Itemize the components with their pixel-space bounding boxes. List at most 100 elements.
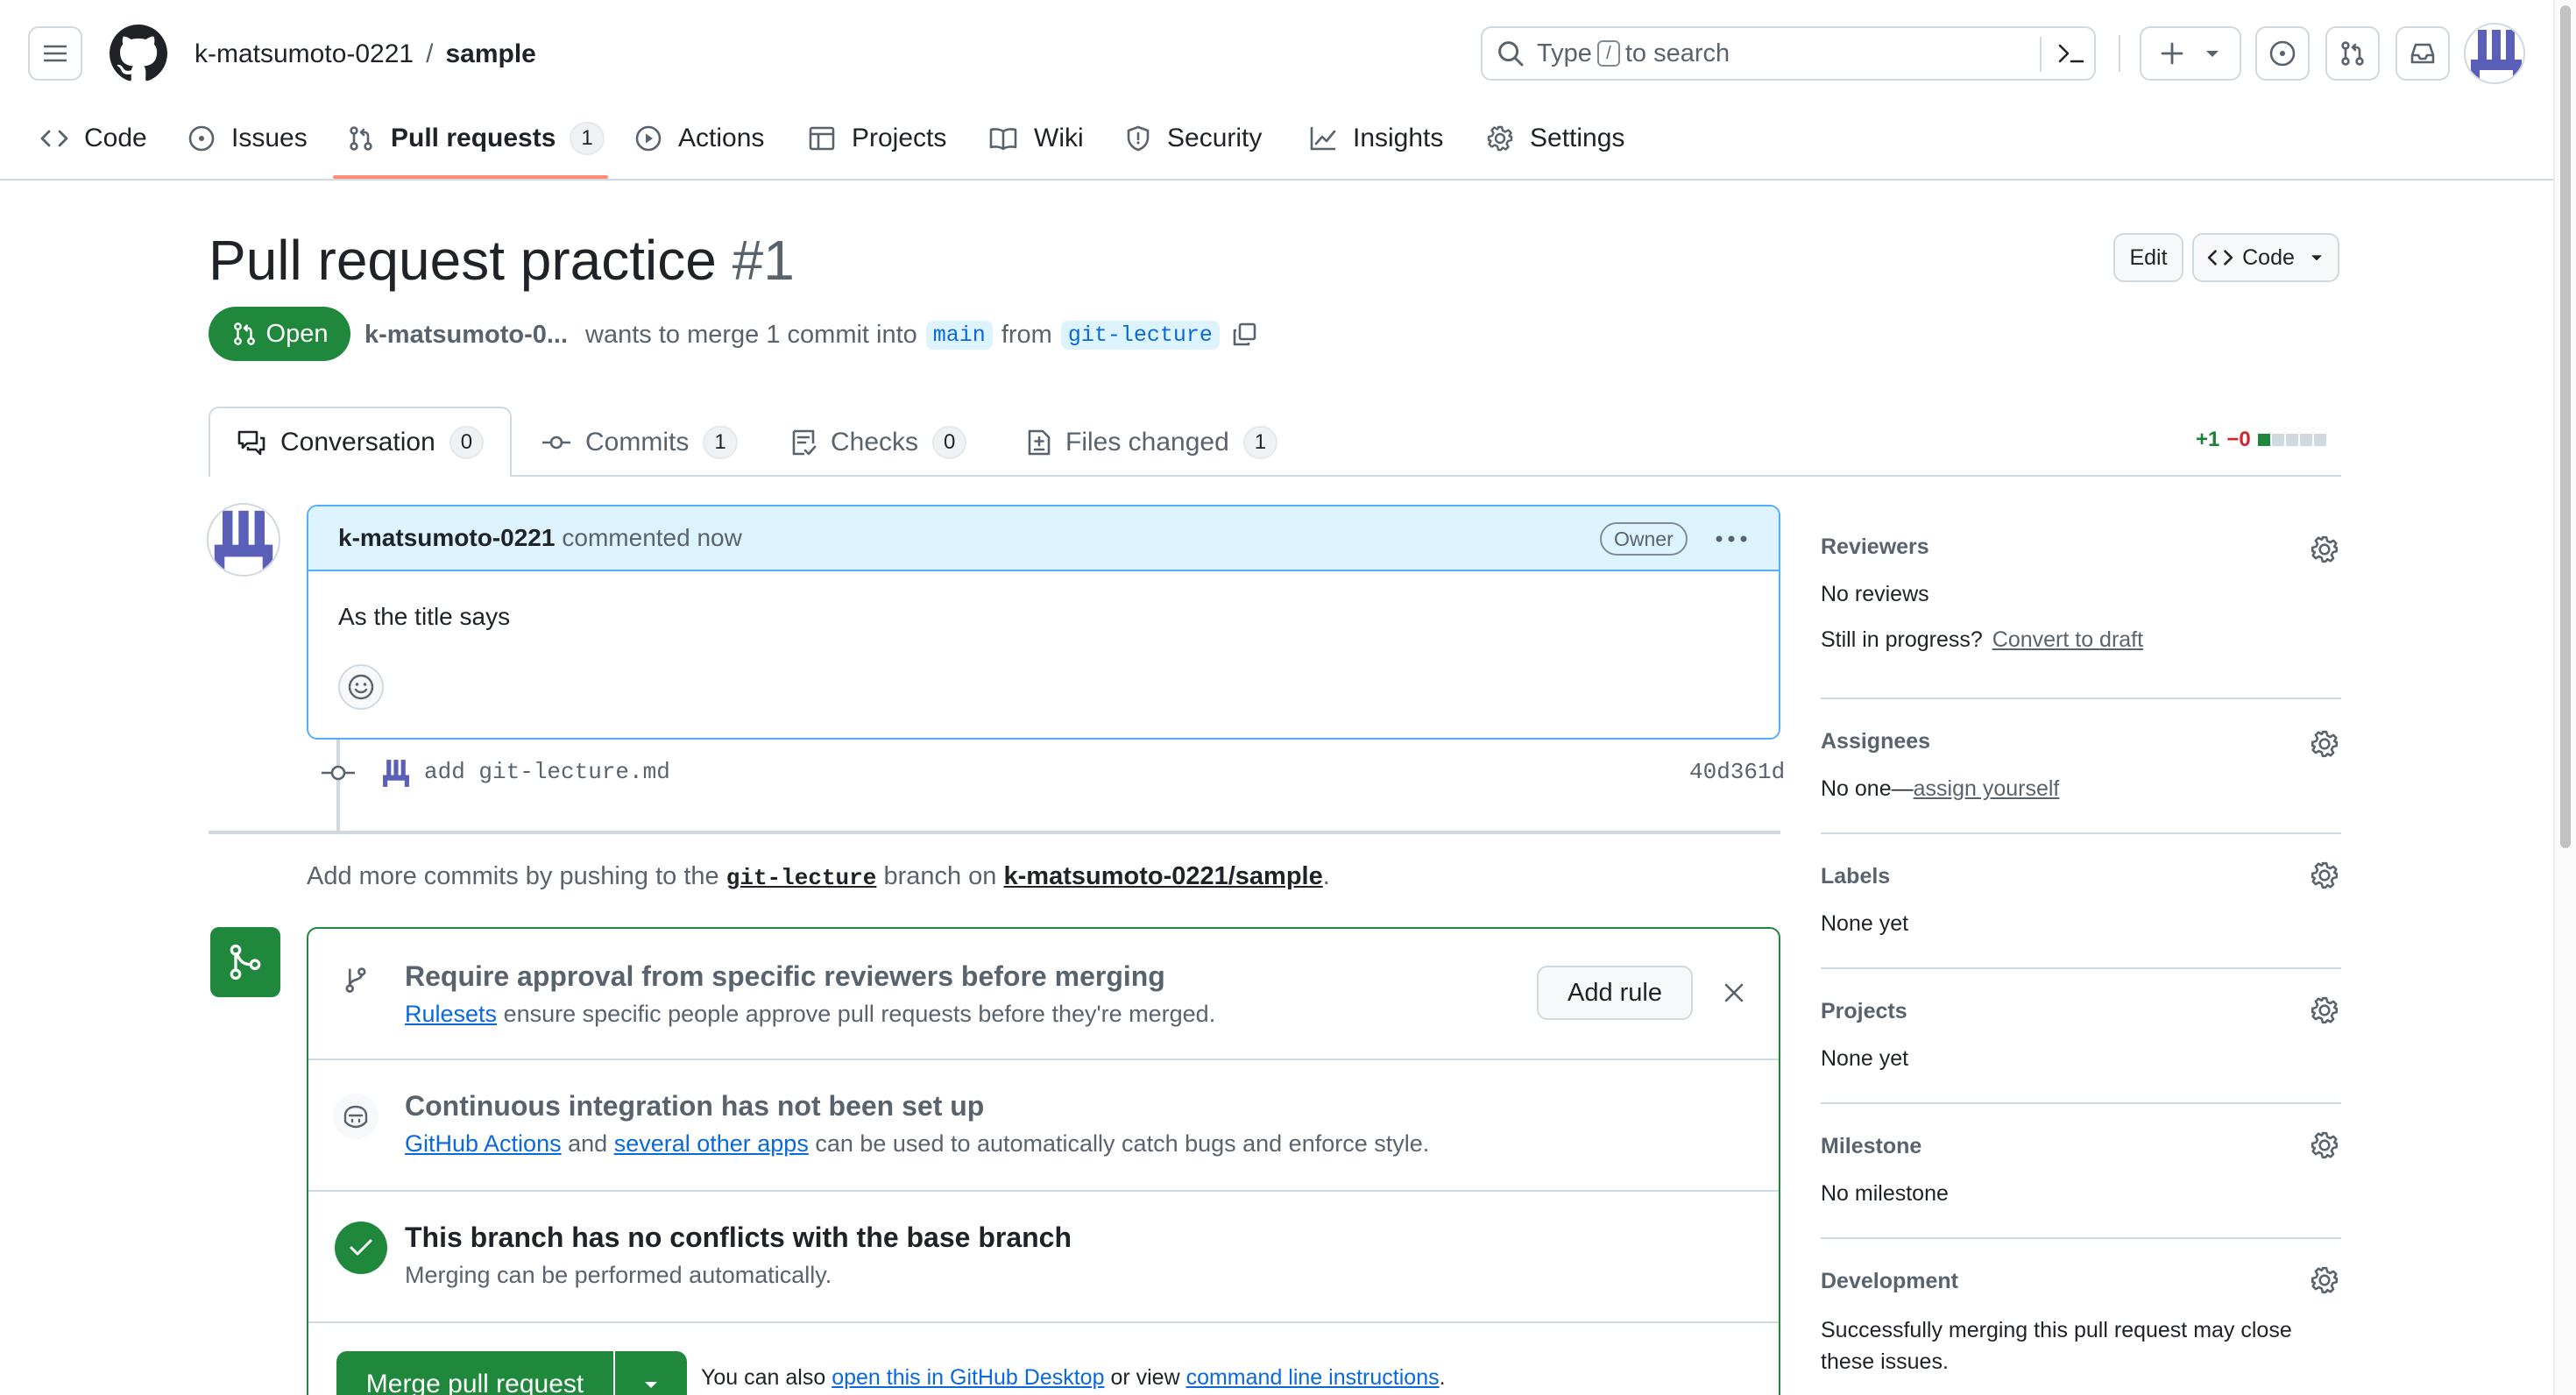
commit-message[interactable]: add git-lecture.md — [424, 759, 670, 785]
github-actions-link[interactable]: GitHub Actions — [405, 1130, 562, 1157]
page-title: Pull request practice #1 — [209, 223, 795, 298]
tab-security[interactable]: Security — [1125, 117, 1262, 159]
merge-method-dropdown[interactable] — [615, 1351, 687, 1395]
pr-author-link[interactable]: k-matsumoto-0... — [364, 321, 568, 350]
convert-to-draft-link[interactable]: Convert to draft — [1992, 627, 2143, 652]
other-apps-link[interactable]: several other apps — [614, 1130, 809, 1157]
pull-requests-button[interactable] — [2325, 26, 2380, 81]
issue-opened-icon — [188, 125, 215, 152]
labels-heading[interactable]: Labels — [1821, 864, 1890, 889]
create-new-button[interactable] — [2140, 26, 2241, 81]
github-logo-icon[interactable] — [109, 24, 168, 83]
tab-conversation-content[interactable]: Conversation 0 — [237, 412, 485, 473]
projects-heading[interactable]: Projects — [1821, 999, 1907, 1024]
tab-checks[interactable]: Checks 0 — [790, 412, 967, 473]
search-shortcut-key: / — [1596, 40, 1620, 67]
code-dropdown-button[interactable]: Code — [2192, 233, 2339, 282]
scrollbar-thumb[interactable] — [2560, 5, 2571, 848]
comment-header: k-matsumoto-0221 commented now Owner — [308, 506, 1779, 571]
edit-button-label: Edit — [2129, 244, 2168, 270]
assignees-gear-icon[interactable] — [2310, 729, 2339, 759]
add-rule-button[interactable]: Add rule — [1537, 966, 1693, 1020]
commit-sha[interactable]: 40d361d — [1689, 759, 1785, 785]
tab-wiki[interactable]: Wiki — [988, 117, 1084, 159]
git-pull-request-icon — [350, 126, 372, 151]
push-hint-repo[interactable]: k-matsumoto-0221/sample — [1004, 862, 1323, 890]
tab-code[interactable]: Code — [40, 117, 147, 159]
sidebar-divider — [1821, 832, 2341, 834]
conflict-desc: Merging can be performed automatically. — [405, 1262, 832, 1288]
push-hint-pre: Add more commits by pushing to the — [307, 862, 719, 890]
push-hint-mid: branch on — [883, 862, 997, 890]
smiley-icon — [348, 674, 374, 700]
reviewers-value: No reviews — [1821, 582, 1929, 606]
development-heading[interactable]: Development — [1821, 1269, 1958, 1294]
merge-pull-request-button[interactable]: Merge pull request — [336, 1351, 613, 1395]
merge-action-section: Merge pull request You can also open thi… — [308, 1323, 1779, 1395]
tab-issues[interactable]: Issues — [188, 117, 308, 159]
push-hint-post: . — [1322, 862, 1330, 890]
pr-title: Pull request practice — [209, 229, 717, 292]
sidebar-divider — [1821, 698, 2341, 699]
assign-yourself-link[interactable]: assign yourself — [1914, 776, 2060, 801]
tab-files-changed[interactable]: Files changed 1 — [1027, 412, 1278, 473]
labels-gear-icon[interactable] — [2310, 860, 2339, 890]
assignees-heading[interactable]: Assignees — [1821, 729, 1930, 754]
comment-author[interactable]: k-matsumoto-0221 — [338, 524, 555, 552]
user-avatar[interactable] — [2464, 23, 2525, 84]
reviewers-heading[interactable]: Reviewers — [1821, 535, 1929, 560]
owner-link[interactable]: k-matsumoto-0221 — [195, 39, 414, 69]
tab-pull-requests-label: Pull requests — [391, 124, 556, 152]
conflict-section: This branch has no conflicts with the ba… — [308, 1192, 1779, 1323]
tab-insights[interactable]: Insights — [1309, 117, 1443, 159]
hamburger-icon — [44, 45, 67, 62]
tab-commits[interactable]: Commits 1 — [541, 412, 738, 473]
pr-number: #1 — [732, 229, 795, 292]
issue-opened-icon — [2269, 40, 2296, 67]
kebab-horizontal-icon[interactable] — [1716, 534, 1747, 544]
tab-files-label: Files changed — [1065, 428, 1229, 457]
issues-button[interactable] — [2255, 26, 2310, 81]
git-pull-request-icon — [2341, 41, 2364, 66]
development-gear-icon[interactable] — [2310, 1265, 2339, 1295]
command-line-link[interactable]: command line instructions — [1186, 1365, 1440, 1390]
tab-pull-requests[interactable]: Pull requests 1 — [347, 117, 605, 159]
search-input[interactable]: Type / to search — [1481, 26, 2096, 81]
copy-icon[interactable] — [1230, 321, 1258, 349]
github-desktop-link[interactable]: open this in GitHub Desktop — [832, 1365, 1104, 1390]
commit-avatar[interactable] — [380, 757, 412, 789]
projects-gear-icon[interactable] — [2310, 995, 2339, 1025]
assignees-row: No one—assign yourself — [1821, 776, 2059, 802]
menu-button[interactable] — [28, 26, 82, 81]
inbox-button[interactable] — [2396, 26, 2450, 81]
code-icon — [40, 130, 68, 147]
scrollbar-track[interactable] — [2553, 0, 2576, 1395]
close-icon[interactable] — [1723, 981, 1745, 1004]
tab-projects[interactable]: Projects — [808, 117, 946, 159]
pull-requests-count: 1 — [570, 122, 605, 155]
draft-hint: Still in progress? Convert to draft — [1821, 627, 2143, 653]
pr-meta: k-matsumoto-0... wants to merge 1 commit… — [364, 315, 1258, 354]
milestone-gear-icon[interactable] — [2310, 1130, 2339, 1160]
labels-value: None yet — [1821, 911, 1909, 936]
tab-conversation-label: Conversation — [280, 428, 435, 457]
tab-issues-label: Issues — [231, 124, 308, 152]
repo-link[interactable]: sample — [445, 39, 535, 69]
reviewers-gear-icon[interactable] — [2310, 535, 2339, 564]
head-branch[interactable]: git-lecture — [1060, 320, 1220, 350]
book-icon — [989, 128, 1017, 151]
command-palette-button[interactable] — [2049, 28, 2094, 79]
tab-actions[interactable]: Actions — [634, 117, 764, 159]
tab-settings[interactable]: Settings — [1486, 117, 1624, 159]
edit-button[interactable]: Edit — [2113, 233, 2183, 282]
file-diff-icon — [1028, 429, 1051, 456]
push-hint-branch[interactable]: git-lecture — [726, 865, 877, 891]
tab-checks-label: Checks — [831, 428, 919, 457]
add-reaction-button[interactable] — [338, 664, 384, 710]
comment-avatar[interactable] — [207, 503, 280, 577]
tab-actions-label: Actions — [678, 124, 765, 152]
code-icon — [2207, 250, 2233, 266]
rulesets-link[interactable]: Rulesets — [405, 1001, 497, 1027]
milestone-heading[interactable]: Milestone — [1821, 1134, 1921, 1159]
base-branch[interactable]: main — [925, 320, 993, 350]
